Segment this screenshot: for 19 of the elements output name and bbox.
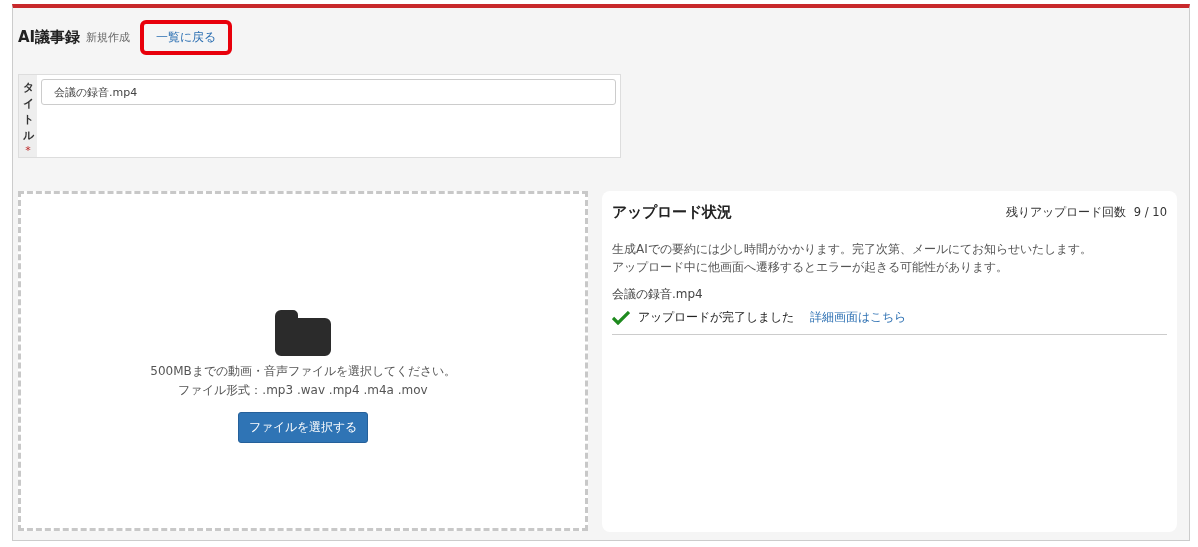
remaining-label: 残りアップロード回数 [1005,205,1126,220]
detail-link[interactable]: 詳細画面はこちら [810,309,906,326]
remaining-count: 9 / 10 [1133,205,1167,220]
folder-icon [275,309,331,356]
file-name: 会議の録音.mp4 [612,286,704,303]
drop-zone[interactable]: 500MBまでの動画・音声ファイルを選択してください。 ファイル形式：.mp3 .wav .mp4 .m4a .mov ファイルを選択する [18,191,588,531]
panel-title: アップロード状況 [612,203,732,222]
note-text: 生成AIでの要約には少し時間がかかります。完了次第、メールにてお知らせいたします。 [612,241,1093,258]
back-link[interactable]: 一覧に戻る [140,19,233,55]
status-text: アップロードが完了しました [638,309,794,326]
hint-text: ファイル形式：.mp3 .wav .mp4 .m4a .mov [178,381,428,399]
page-subtitle: 新規作成 [86,29,131,45]
field-label: タイトル * [19,75,37,157]
required-mark: * [25,143,31,157]
title-input[interactable]: 会議の録音.mp4 [41,79,616,105]
select-file-button[interactable]: ファイルを選択する [238,411,368,443]
hint-text: 500MBまでの動画・音声ファイルを選択してください。 [150,362,456,380]
note-text: アップロード中に他画面へ遷移するとエラーが起きる可能性があります。 [612,259,1009,276]
page-title: AI議事録 [18,27,81,47]
